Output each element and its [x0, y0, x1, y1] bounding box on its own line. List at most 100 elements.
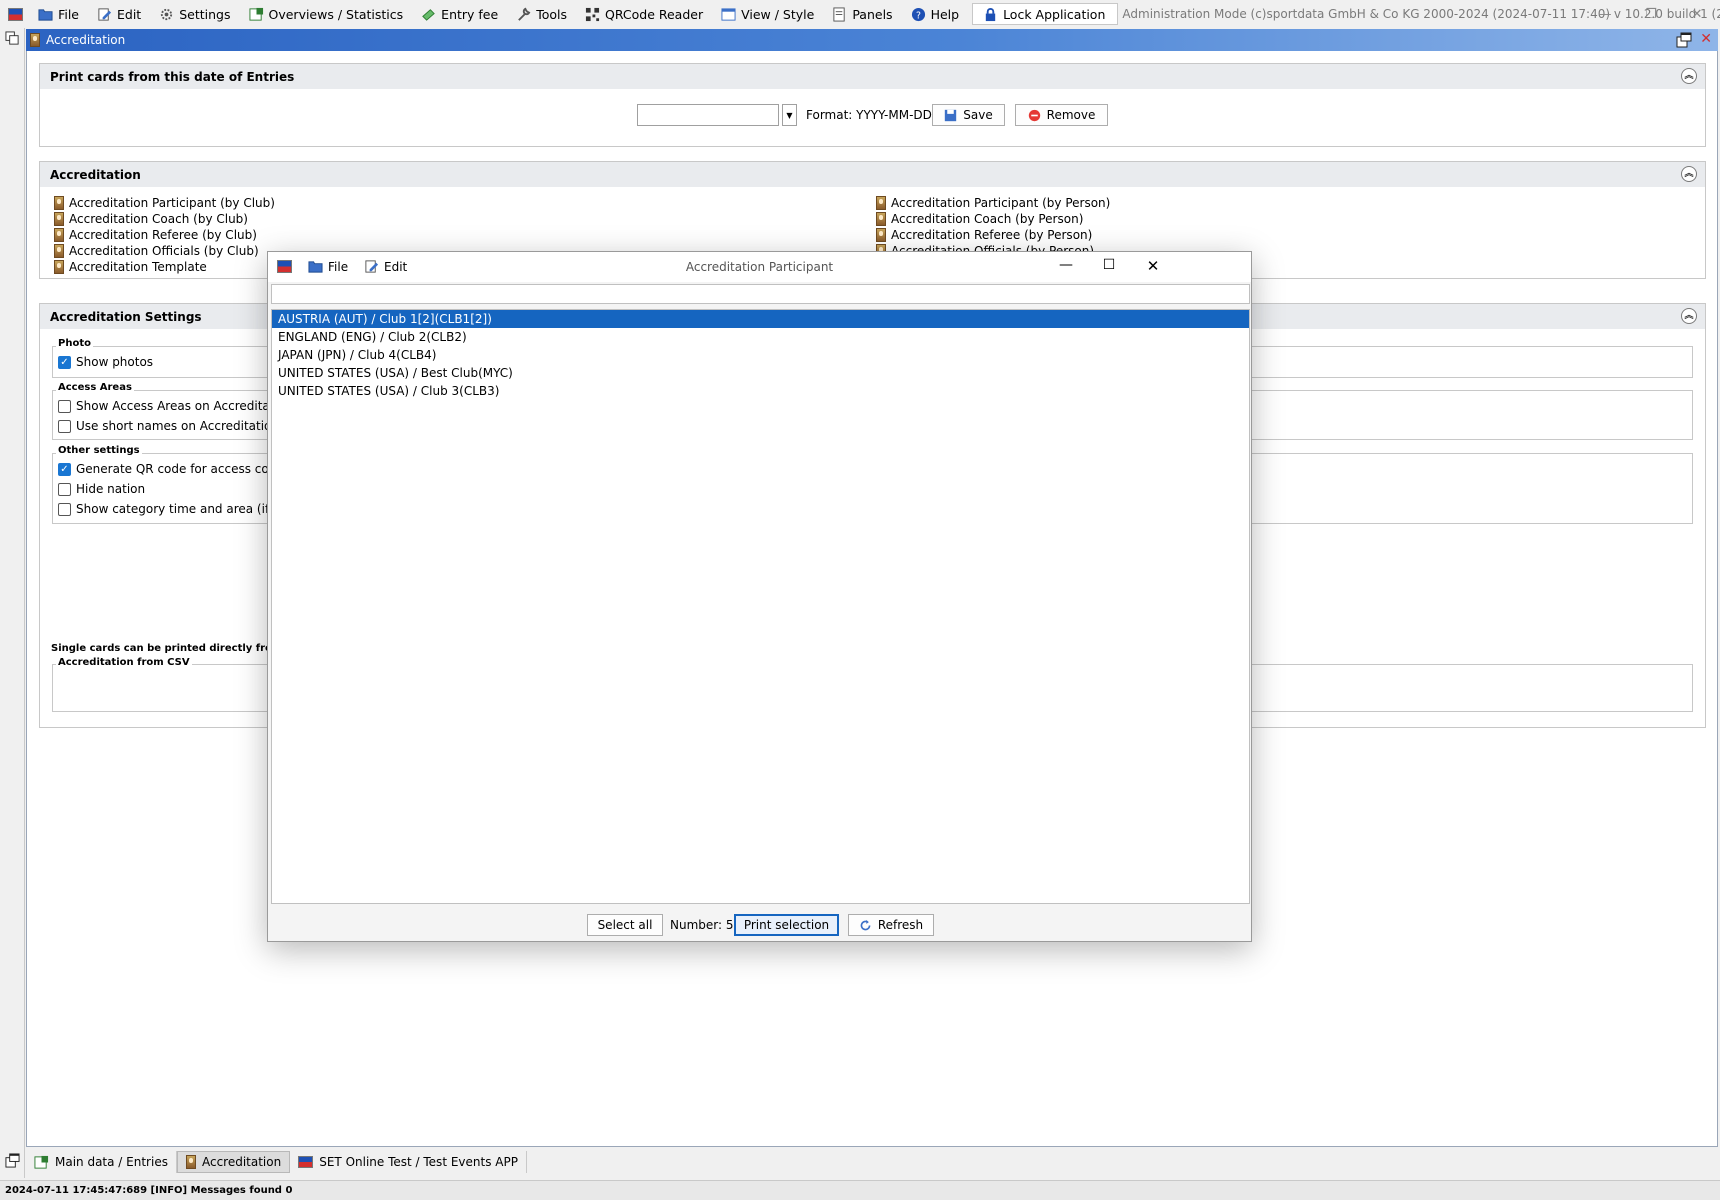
collapse-print-date-button[interactable]: ︽ [1681, 68, 1697, 84]
club-list[interactable]: AUSTRIA (AUT) / Club 1[2](CLB1[2]) ENGLA… [271, 309, 1250, 904]
list-item[interactable]: AUSTRIA (AUT) / Club 1[2](CLB1[2]) [272, 310, 1249, 328]
database-icon [34, 1155, 49, 1169]
csv-group-title: Accreditation from CSV [56, 657, 192, 668]
use-short-names-checkbox[interactable]: Use short names on Accreditations [58, 419, 285, 433]
tab-accreditation[interactable]: Accreditation [176, 1151, 291, 1173]
hide-nation-checkbox[interactable]: Hide nation [58, 482, 145, 496]
generate-qr-checkbox[interactable]: ✓ Generate QR code for access control [58, 462, 296, 476]
money-icon [422, 8, 435, 21]
dialog-minimize-button[interactable]: — [1051, 257, 1081, 273]
list-item[interactable]: UNITED STATES (USA) / Club 3(CLB3) [272, 382, 1249, 400]
app-logo-icon [8, 7, 24, 21]
dialog-maximize-button[interactable]: ☐ [1094, 257, 1124, 273]
dialog-titlebar: File Edit Accreditation Participant — ☐ … [268, 252, 1251, 282]
link-participant-by-person[interactable]: Accreditation Participant (by Person) [876, 195, 1110, 211]
print-selection-button[interactable]: Print selection [734, 914, 839, 936]
refresh-icon [860, 919, 871, 930]
menu-settings[interactable]: Settings [150, 0, 239, 28]
menu-help-label: Help [930, 6, 960, 22]
link-officials-by-club[interactable]: Accreditation Officials (by Club) [54, 243, 259, 259]
badge-icon [54, 228, 64, 242]
collapse-settings-button[interactable]: ︽ [1681, 308, 1697, 324]
lock-application-button[interactable]: Lock Application [972, 3, 1119, 25]
link-label: Accreditation Referee (by Club) [69, 228, 257, 242]
date-input[interactable] [637, 104, 779, 126]
qrcode-icon [585, 7, 600, 21]
window-minimize-button[interactable]: — [1582, 0, 1628, 28]
menu-edit[interactable]: Edit [88, 0, 150, 28]
print-date-panel: Print cards from this date of Entries ︽ … [39, 63, 1706, 147]
list-item[interactable]: ENGLAND (ENG) / Club 2(CLB2) [272, 328, 1249, 346]
tab-set-online-test[interactable]: SET Online Test / Test Events APP [290, 1151, 527, 1173]
show-access-areas-label: Show Access Areas on Accreditations [76, 399, 300, 413]
tab-main-data-label: Main data / Entries [55, 1155, 168, 1169]
save-date-button[interactable]: Save [932, 104, 1005, 126]
list-item[interactable]: JAPAN (JPN) / Club 4(CLB4) [272, 346, 1249, 364]
menu-entry-fee[interactable]: Entry fee [412, 0, 507, 28]
number-count-label: Number: 5 [670, 918, 734, 932]
dialog-close-button[interactable]: ✕ [1138, 257, 1168, 275]
menu-edit-label: Edit [117, 6, 142, 22]
status-message: 2024-07-11 17:45:47:689 [INFO] Messages … [5, 1185, 293, 1196]
edit-icon [98, 7, 112, 21]
window-list-icon[interactable] [5, 1153, 20, 1168]
collapse-accreditation-button[interactable]: ︽ [1681, 166, 1697, 182]
window-restore-button[interactable]: ❐ [1628, 0, 1674, 28]
folder-icon [38, 8, 53, 21]
window-close-button[interactable]: ✕ [1674, 0, 1720, 28]
badge-icon [185, 1155, 196, 1169]
tab-main-data[interactable]: Main data / Entries [26, 1151, 177, 1173]
date-dropdown-button[interactable]: ▼ [782, 104, 797, 126]
left-toolbar [0, 28, 25, 1178]
badge-icon [876, 228, 886, 242]
menu-help[interactable]: ? Help [902, 0, 969, 28]
checkbox-unchecked-icon [58, 399, 71, 413]
link-label: Accreditation Template [69, 260, 207, 274]
show-access-areas-checkbox[interactable]: Show Access Areas on Accreditations [58, 399, 299, 413]
badge-icon [54, 244, 64, 258]
print-date-panel-header: Print cards from this date of Entries ︽ [40, 64, 1705, 89]
link-participant-by-club[interactable]: Accreditation Participant (by Club) [54, 195, 275, 211]
frame-detach-icon[interactable] [1676, 32, 1692, 48]
accreditation-participant-dialog: File Edit Accreditation Participant — ☐ … [267, 251, 1252, 942]
refresh-button[interactable]: Refresh [848, 914, 934, 936]
menu-overviews[interactable]: Overviews / Statistics [240, 0, 413, 28]
badge-icon [30, 33, 40, 47]
list-item[interactable]: UNITED STATES (USA) / Best Club(MYC) [272, 364, 1249, 382]
select-all-button[interactable]: Select all [587, 914, 663, 936]
link-label: Accreditation Referee (by Person) [891, 228, 1093, 242]
bottom-tabbar: Main data / Entries Accreditation SET On… [26, 1150, 527, 1174]
menu-tools[interactable]: Tools [507, 0, 576, 28]
link-coach-by-person[interactable]: Accreditation Coach (by Person) [876, 211, 1083, 227]
accreditation-panel-header: Accreditation ︽ [40, 162, 1705, 187]
link-referee-by-person[interactable]: Accreditation Referee (by Person) [876, 227, 1092, 243]
other-settings-group-title: Other settings [56, 445, 142, 456]
checkbox-checked-icon: ✓ [58, 355, 71, 369]
menu-qrcode-reader[interactable]: QRCode Reader [576, 0, 712, 28]
save-date-label: Save [963, 108, 993, 122]
frame-close-icon[interactable]: ✕ [1700, 31, 1712, 47]
link-label: Accreditation Participant (by Club) [69, 196, 275, 210]
badge-icon [54, 260, 64, 274]
dialog-filter-input[interactable] [271, 284, 1250, 304]
badge-icon [54, 212, 64, 226]
checkbox-unchecked-icon [58, 419, 71, 433]
show-photos-checkbox[interactable]: ✓ Show photos [58, 355, 153, 369]
link-label: Accreditation Coach (by Person) [891, 212, 1084, 226]
menu-view-style[interactable]: View / Style [712, 0, 823, 28]
window-list-icon[interactable] [5, 31, 20, 46]
remove-date-label: Remove [1046, 108, 1096, 122]
access-areas-group-title: Access Areas [56, 382, 134, 393]
accreditation-panel-title: Accreditation [50, 167, 141, 182]
link-accreditation-template[interactable]: Accreditation Template [54, 259, 207, 275]
menu-file[interactable]: File [29, 0, 88, 28]
link-coach-by-club[interactable]: Accreditation Coach (by Club) [54, 211, 248, 227]
use-short-names-label: Use short names on Accreditations [76, 419, 286, 433]
wrench-icon [518, 7, 531, 21]
menu-panels[interactable]: Panels [823, 0, 901, 28]
photo-group-title: Photo [56, 338, 93, 349]
link-referee-by-club[interactable]: Accreditation Referee (by Club) [54, 227, 257, 243]
remove-date-button[interactable]: Remove [1015, 104, 1108, 126]
status-bar: 2024-07-11 17:45:47:689 [INFO] Messages … [0, 1180, 1720, 1200]
help-icon: ? [911, 7, 925, 21]
